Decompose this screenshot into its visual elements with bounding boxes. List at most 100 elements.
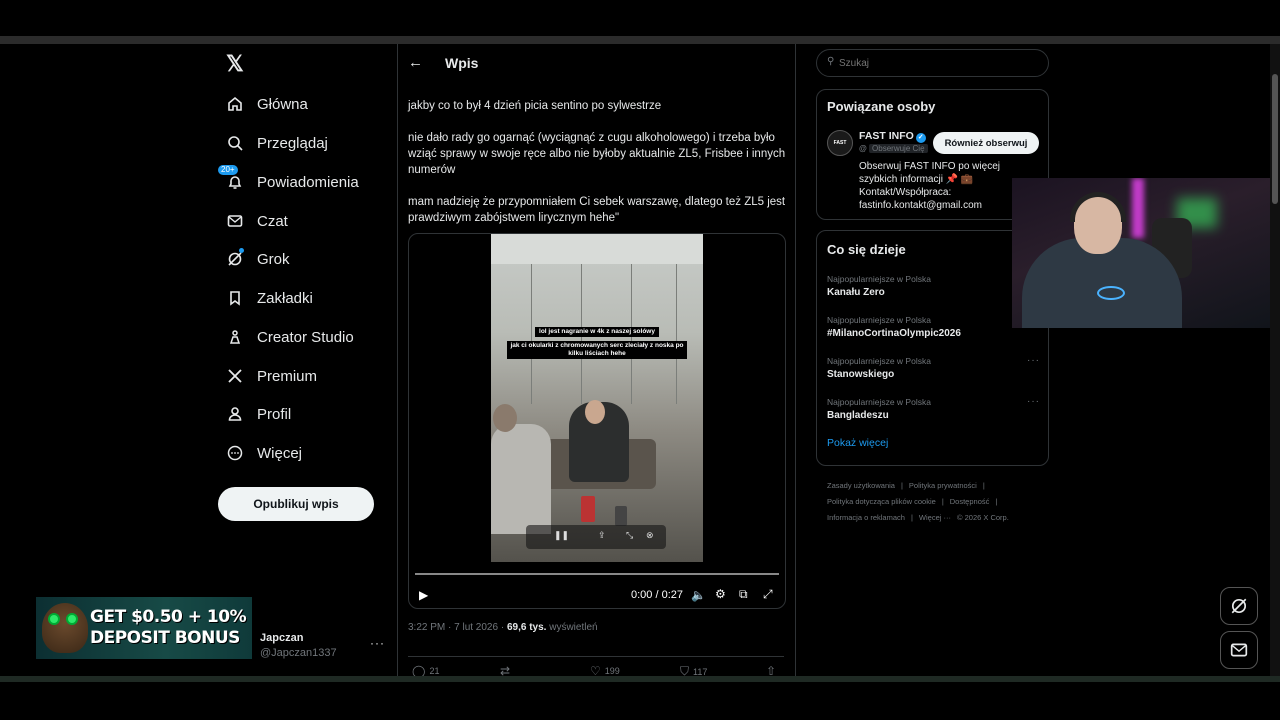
x-logo-icon[interactable]: 𝕏 (226, 53, 246, 75)
miniplayer-icon[interactable]: ⧉ (739, 587, 748, 602)
publish-post-button[interactable]: Opublikuj wpis (218, 487, 374, 521)
nav-item-profile[interactable]: Profil (226, 400, 291, 428)
footer-row: Polityka dotycząca plików cookie | Dostępn… (827, 494, 1052, 510)
nav-label: Zakładki (257, 289, 313, 307)
video-caption: jak ci okularki z chromowanych serc zlec… (507, 341, 687, 359)
footer-link[interactable]: Zasady użytkowania (827, 481, 895, 490)
video-panel-line (676, 264, 677, 404)
post-meta: 3:22 PM · 7 lut 2026 · 69,6 tys. wyświet… (408, 622, 598, 633)
page-title: Wpis (445, 55, 479, 71)
related-person-name[interactable]: FAST INFO ✓ (859, 130, 926, 143)
post-detail-column: ← Wpis jakby co to był 4 dzień picia sen… (397, 44, 796, 678)
more-circle-icon (226, 444, 244, 462)
search-input[interactable] (839, 53, 1039, 73)
reply-count: 21 (429, 666, 440, 676)
grok-icon (226, 248, 244, 268)
nav-item-notifications[interactable]: 20+ Powiadomienia (218, 165, 359, 196)
footer-link[interactable]: Informacja o reklamach (827, 513, 905, 522)
post-paragraph: nie dało rady go ogarnąć (wyciągnąć z cu… (408, 132, 786, 176)
trend-name: Stanowskiego (827, 369, 895, 380)
trend-category: Najpopularniejsze w Polska (827, 356, 931, 366)
nav-label: Grok (257, 250, 290, 268)
trend-name: Bangladeszu (827, 410, 889, 421)
like-count: 199 (604, 666, 620, 676)
follow-button[interactable]: Również obserwuj (933, 132, 1039, 154)
footer-link[interactable]: Dostępność (950, 497, 990, 506)
back-arrow-icon[interactable]: ← (408, 54, 423, 71)
nav-item-home[interactable]: Główna (226, 90, 308, 118)
video-can (615, 506, 627, 526)
follows-you-tag: Obserwuje Cię (869, 144, 928, 153)
banner-line-1: GET $0.50 + 10% (90, 607, 247, 627)
video-player[interactable]: lol jest nagranie w 4k z naszej solówy j… (408, 233, 786, 609)
video-person-head (585, 400, 605, 424)
headset-icon (1070, 192, 1126, 222)
play-icon[interactable]: ▶ (419, 588, 428, 602)
trend-more-icon[interactable]: ··· (1027, 396, 1040, 407)
video-frame: lol jest nagranie w 4k z naszej solówy j… (491, 234, 703, 562)
footer-link[interactable]: Więcej ··· (919, 513, 951, 522)
mascot-eye (48, 613, 60, 625)
person-icon (226, 405, 244, 423)
search-box[interactable]: ⚲ (816, 49, 1049, 77)
related-person-handle: @ Obserwuje Cię (859, 144, 928, 153)
trend-category: Najpopularniejsze w Polska (827, 274, 931, 284)
nav-label: Więcej (257, 444, 303, 462)
hoodie-logo (1097, 286, 1125, 300)
nav-label: Główna (257, 95, 308, 113)
video-time: 0:00 / 0:27 (631, 589, 683, 601)
nav-item-explore[interactable]: Przeglądaj (226, 129, 328, 157)
trend-category: Najpopularniejsze w Polska (827, 397, 931, 407)
video-person (491, 424, 551, 534)
footer-row: Zasady użytkowania | Polityka prywatności | (827, 478, 1052, 494)
trends-title: Co się dzieje (827, 242, 906, 257)
trend-category: Najpopularniejsze w Polska (827, 315, 931, 325)
nav-label: Creator Studio (257, 328, 354, 346)
nav-label: Przeglądaj (257, 134, 328, 152)
footer-link[interactable]: Polityka dotycząca plików cookie (827, 497, 936, 506)
nav-label: Profil (257, 405, 292, 423)
taskbar-strip (0, 676, 1280, 682)
footer-links: Zasady użytkowania | Polityka prywatności |… (827, 478, 1052, 526)
nav-label: Powiadomienia (257, 173, 359, 191)
search-icon: ⚲ (827, 56, 835, 67)
footer-link[interactable]: Polityka prywatności (909, 481, 977, 490)
volume-icon[interactable]: 🔈 (691, 588, 706, 602)
deposit-bonus-banner: GET $0.50 + 10% DEPOSIT BONUS (36, 597, 252, 659)
handle-prefix: @ (859, 144, 867, 153)
video-caption: lol jest nagranie w 4k z naszej solówy (535, 327, 659, 337)
verified-icon: ✓ (915, 133, 926, 143)
footer-sep: | (941, 497, 944, 506)
view-count: 69,6 tys. (506, 622, 547, 633)
fullscreen-icon[interactable]: ⤢ (763, 587, 773, 602)
messages-fab-button[interactable] (1220, 631, 1258, 669)
person-name-text: FAST INFO (859, 130, 914, 142)
home-icon (226, 95, 244, 113)
show-more-link[interactable]: Pokaż więcej (827, 437, 888, 449)
nav-item-premium[interactable]: Premium (226, 362, 317, 390)
embedded-video-controls: ❚❚ ⇪ ⤡ ⊗ (526, 525, 666, 549)
share-icon: ⇪ (598, 530, 606, 540)
nav-item-grok[interactable]: Grok (226, 245, 290, 273)
nav-item-creator-studio[interactable]: Creator Studio (226, 323, 354, 351)
account-switcher[interactable]: Japczan @Japczan1337 (260, 632, 337, 659)
nav-item-more[interactable]: Więcej (226, 439, 302, 467)
scrollbar-thumb[interactable] (1272, 74, 1278, 204)
settings-icon[interactable]: ⚙ (715, 587, 726, 601)
profile-more-icon[interactable]: ··· (370, 636, 385, 650)
video-progress-bar[interactable] (415, 573, 779, 575)
grok-fab-button[interactable] (1220, 587, 1258, 625)
copyright: © 2026 X Corp. (957, 513, 1009, 522)
trend-more-icon[interactable]: ··· (1027, 355, 1040, 366)
webcam-overlay (1012, 178, 1280, 328)
browser-tab-strip (0, 36, 1280, 44)
video-panel-line (531, 264, 532, 404)
x-icon (226, 367, 244, 385)
avatar[interactable]: FAST (827, 130, 853, 156)
search-icon (226, 134, 244, 152)
nav-item-bookmarks[interactable]: Zakładki (226, 284, 313, 312)
nav-item-chat[interactable]: Czat (226, 207, 288, 235)
page-scrollbar[interactable] (1270, 44, 1280, 676)
left-sidebar: 𝕏 Główna Przeglądaj 20+ Powiadomienia Cz… (218, 44, 394, 676)
video-person-head (493, 404, 517, 432)
